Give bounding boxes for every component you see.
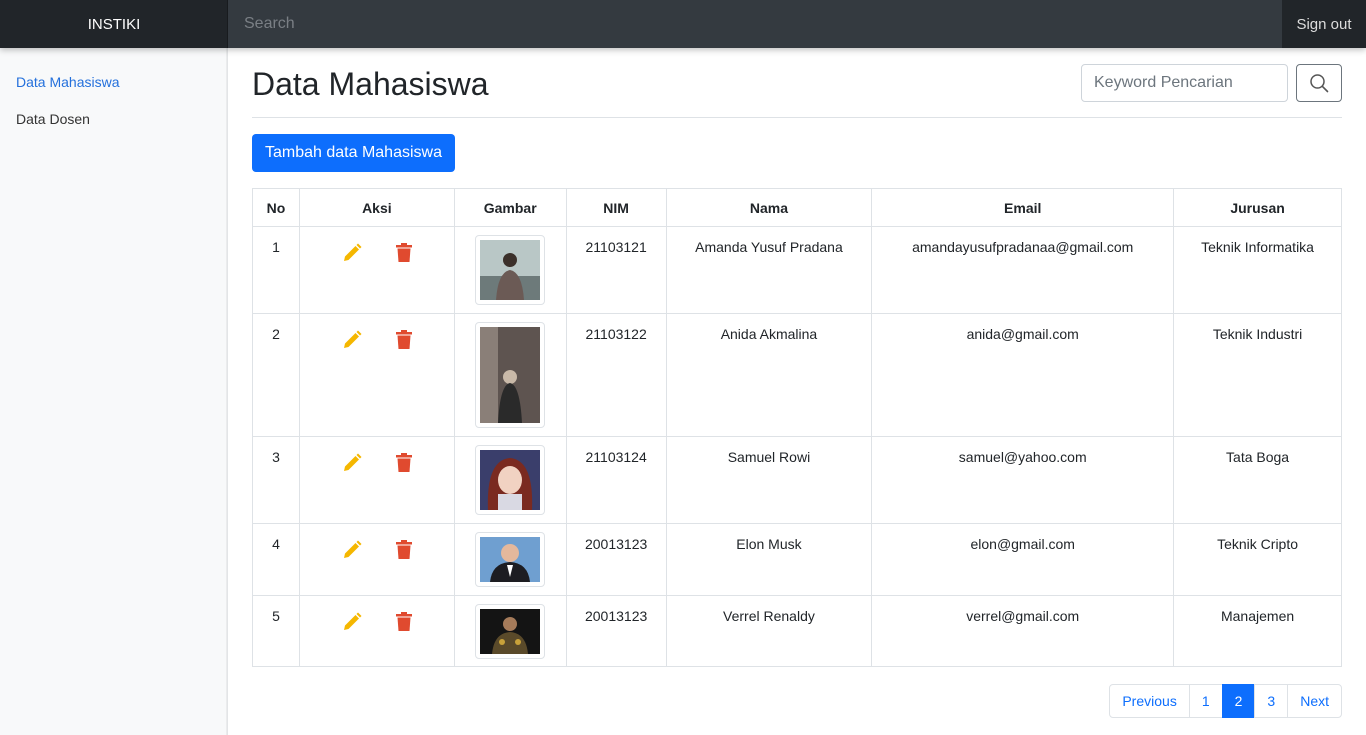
cell-no: 4 xyxy=(252,523,300,596)
page-title: Data Mahasiswa xyxy=(252,66,489,102)
brand-logo[interactable]: INSTIKI xyxy=(0,0,228,48)
cell-nama: Anida Akmalina xyxy=(665,313,873,437)
pagination-page-1[interactable]: 1 xyxy=(1188,684,1223,718)
top-navbar: INSTIKI Sign out xyxy=(0,0,1366,48)
table-row: 4 20013123 Elon Musk elon@gmail.com Tekn… xyxy=(252,523,1342,596)
sidebar-item-data-dosen[interactable]: Data Dosen xyxy=(0,101,227,138)
pencil-icon[interactable] xyxy=(342,243,362,263)
cell-aksi xyxy=(298,313,455,437)
pagination-page-2[interactable]: 2 xyxy=(1221,684,1256,718)
cell-nama: Amanda Yusuf Pradana xyxy=(665,226,873,314)
trash-icon[interactable] xyxy=(395,612,412,632)
cell-email: verrel@gmail.com xyxy=(871,595,1175,667)
student-photo-image xyxy=(480,327,541,423)
pencil-icon[interactable] xyxy=(342,612,362,632)
cell-jurusan: Manajemen xyxy=(1173,595,1342,667)
pagination: Previous 1 2 3 Next xyxy=(1109,684,1342,718)
cell-email: samuel@yahoo.com xyxy=(871,436,1175,524)
cell-no: 1 xyxy=(252,226,300,314)
col-header-nim: NIM xyxy=(565,188,667,227)
student-photo xyxy=(475,235,546,305)
cell-jurusan: Teknik Cripto xyxy=(1173,523,1342,596)
top-search-input[interactable] xyxy=(228,0,1282,48)
student-photo-image xyxy=(480,450,541,510)
table-row: 5 20013123 Verrel Renaldy verrel@gmail.c… xyxy=(252,595,1342,667)
sidebar: Data Mahasiswa Data Dosen xyxy=(0,48,228,735)
mahasiswa-table: No Aksi Gambar NIM Nama Email Jurusan 1 xyxy=(252,188,1342,667)
trash-icon[interactable] xyxy=(395,243,412,263)
cell-email: anida@gmail.com xyxy=(871,313,1175,437)
pagination-page-3[interactable]: 3 xyxy=(1254,684,1289,718)
table-row: 1 21103121 Amanda Yusuf Pradana amandayu… xyxy=(252,226,1342,314)
cell-nim: 21103122 xyxy=(565,313,667,437)
cell-aksi xyxy=(298,436,455,524)
cell-jurusan: Tata Boga xyxy=(1173,436,1342,524)
cell-email: amandayusufpradanaa@gmail.com xyxy=(871,226,1175,314)
pencil-icon[interactable] xyxy=(342,540,362,560)
col-header-email: Email xyxy=(871,188,1175,227)
cell-gambar xyxy=(453,226,567,314)
table-row: 3 21103124 Samuel Rowi samuel@yahoo.com … xyxy=(252,436,1342,524)
sidebar-item-data-mahasiswa[interactable]: Data Mahasiswa xyxy=(0,64,227,101)
cell-nama: Elon Musk xyxy=(665,523,873,596)
cell-nim: 21103124 xyxy=(565,436,667,524)
cell-jurusan: Teknik Industri xyxy=(1173,313,1342,437)
pagination-previous[interactable]: Previous xyxy=(1109,684,1190,718)
student-photo xyxy=(475,532,546,587)
search-button[interactable] xyxy=(1296,63,1342,102)
cell-nim: 21103121 xyxy=(565,226,667,314)
cell-email: elon@gmail.com xyxy=(871,523,1175,596)
cell-nim: 20013123 xyxy=(565,523,667,596)
trash-icon[interactable] xyxy=(395,453,412,473)
cell-gambar xyxy=(453,313,567,437)
add-mahasiswa-button[interactable]: Tambah data Mahasiswa xyxy=(252,134,455,172)
student-photo xyxy=(475,604,546,659)
cell-aksi xyxy=(298,595,455,667)
cell-aksi xyxy=(298,226,455,314)
student-photo xyxy=(475,322,546,428)
col-header-jurusan: Jurusan xyxy=(1173,188,1342,227)
search-icon xyxy=(1310,73,1329,92)
pagination-next[interactable]: Next xyxy=(1287,684,1342,718)
cell-gambar xyxy=(453,595,567,667)
cell-nama: Samuel Rowi xyxy=(665,436,873,524)
cell-nim: 20013123 xyxy=(565,595,667,667)
cell-jurusan: Teknik Informatika xyxy=(1173,226,1342,314)
student-photo xyxy=(475,445,546,515)
cell-no: 3 xyxy=(252,436,300,524)
cell-gambar xyxy=(453,523,567,596)
keyword-search-input[interactable] xyxy=(1081,63,1288,102)
col-header-no: No xyxy=(252,188,300,227)
cell-aksi xyxy=(298,523,455,596)
col-header-nama: Nama xyxy=(665,188,873,227)
table-row: 2 21103122 Anida Akmalina anida@gmail.co… xyxy=(252,313,1342,437)
table-header-row: No Aksi Gambar NIM Nama Email Jurusan xyxy=(252,188,1342,227)
pencil-icon[interactable] xyxy=(342,330,362,350)
pencil-icon[interactable] xyxy=(342,453,362,473)
keyword-search-form xyxy=(1081,63,1342,102)
trash-icon[interactable] xyxy=(395,330,412,350)
cell-gambar xyxy=(453,436,567,524)
cell-no: 2 xyxy=(252,313,300,437)
col-header-gambar: Gambar xyxy=(453,188,567,227)
student-photo-image xyxy=(480,537,541,582)
col-header-aksi: Aksi xyxy=(298,188,455,227)
student-photo-image xyxy=(480,240,541,300)
main-content: Data Mahasiswa Tambah data Mahasiswa No … xyxy=(252,48,1342,718)
cell-nama: Verrel Renaldy xyxy=(665,595,873,667)
page-header: Data Mahasiswa xyxy=(252,48,1342,118)
student-photo-image xyxy=(480,609,541,654)
sign-out-link[interactable]: Sign out xyxy=(1282,0,1366,48)
cell-no: 5 xyxy=(252,595,300,667)
trash-icon[interactable] xyxy=(395,540,412,560)
